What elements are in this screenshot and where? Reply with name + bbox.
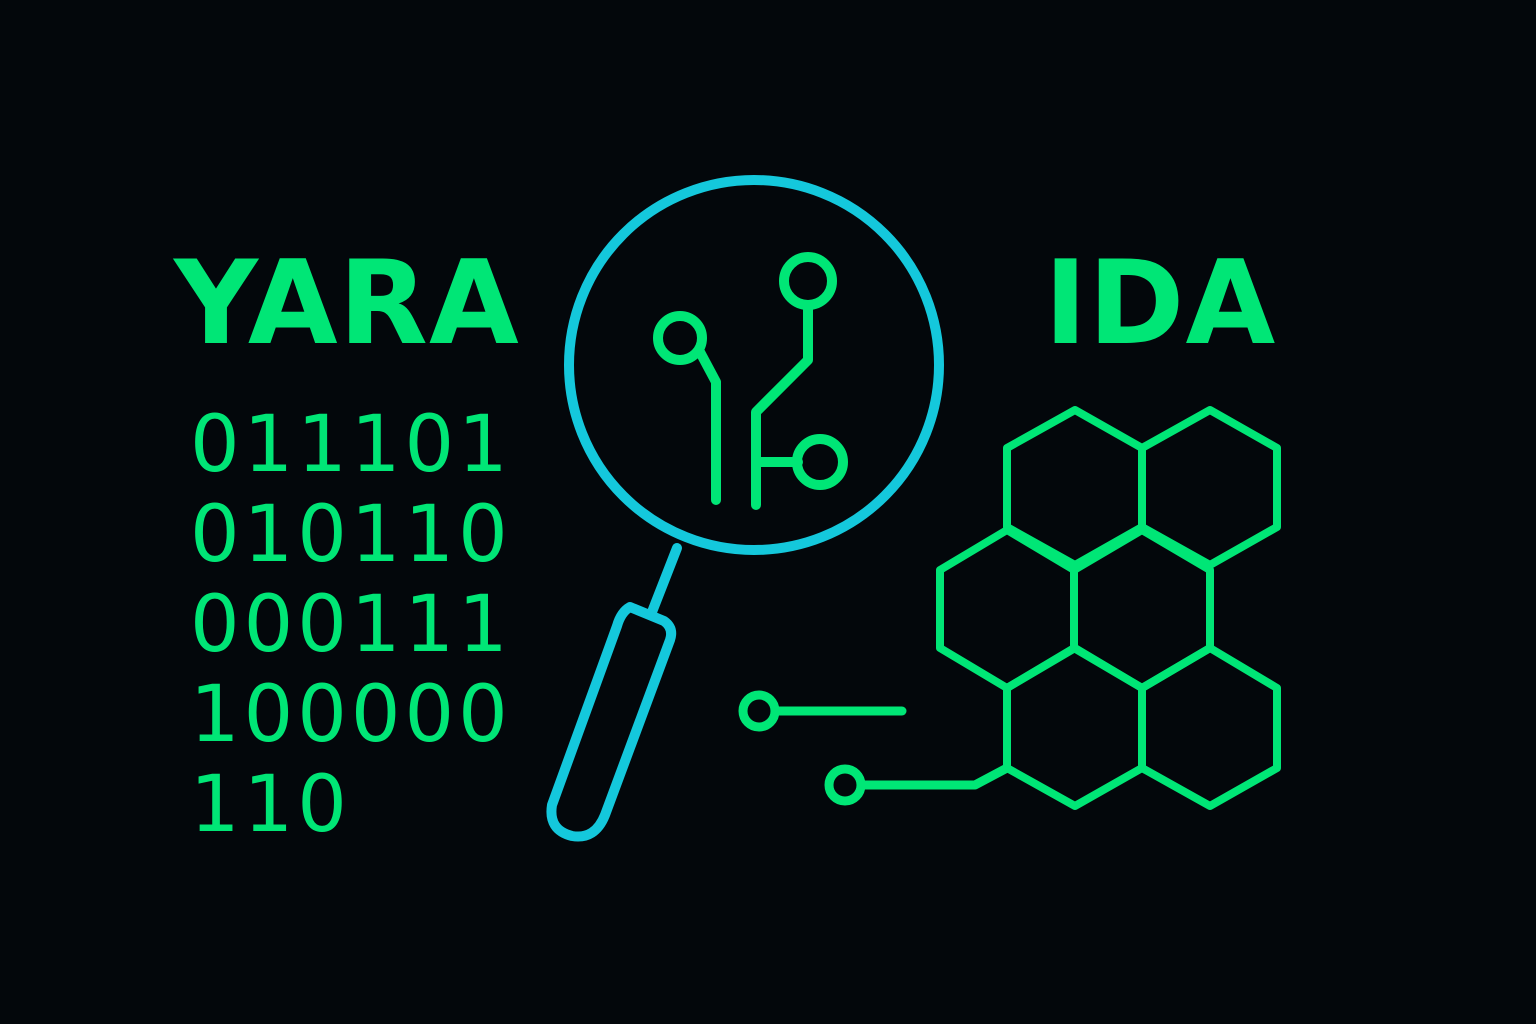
connector-line-lower [859, 763, 1012, 790]
circuit-trace-left [695, 347, 721, 505]
connector-node-lower [824, 764, 866, 806]
hexagon-grid-icon [936, 406, 1281, 810]
hexagon-bottom-right [1138, 644, 1281, 810]
circuit-node-right [792, 434, 848, 490]
connector-traces [738, 690, 1012, 806]
circuit-node-top [779, 252, 837, 310]
magnifier-handle [546, 602, 677, 842]
connector-node-upper [738, 690, 780, 732]
circuit-trace-icon [653, 252, 848, 510]
illustration-svg [546, 175, 1281, 842]
hexagon-bottom-left [1003, 644, 1146, 810]
magnifying-glass-icon [546, 175, 944, 842]
illustration-canvas: YARA IDA 011101 010110 000111 100000 110 [0, 0, 1536, 1024]
magnifier-neck [647, 543, 682, 617]
